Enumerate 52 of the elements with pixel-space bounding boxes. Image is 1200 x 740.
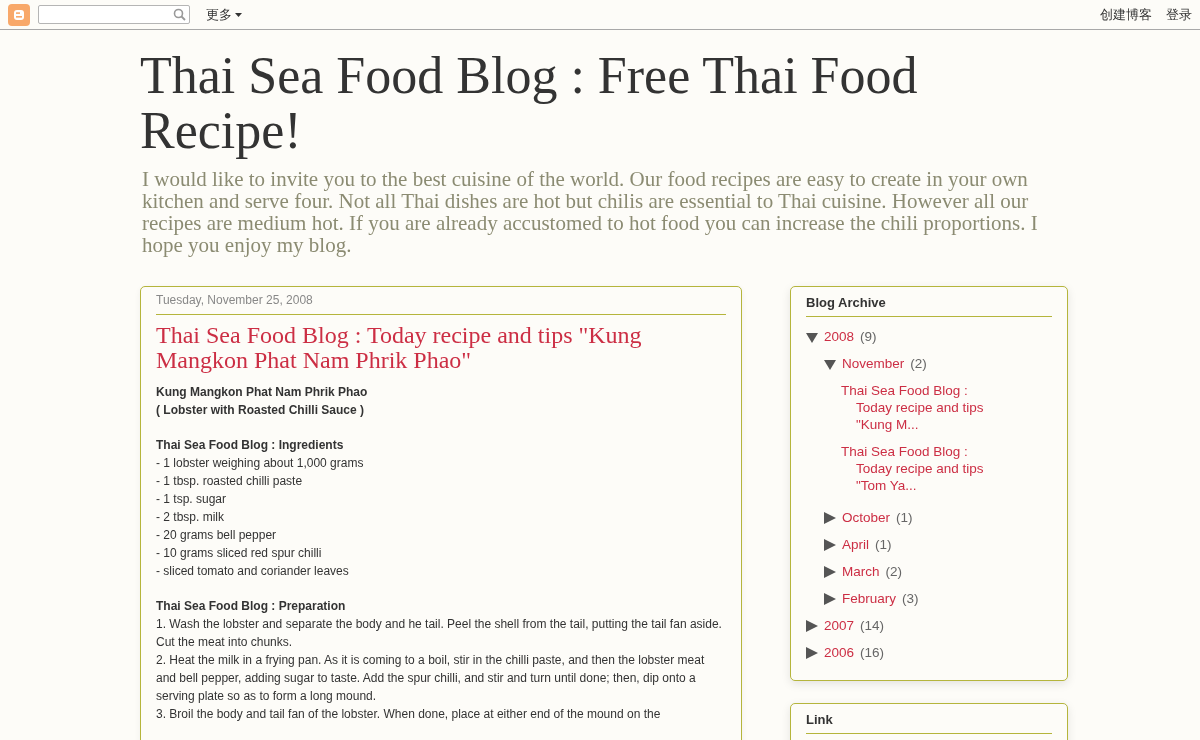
collapse-triangle-icon[interactable] bbox=[824, 357, 836, 370]
post-text: - 20 grams bell pepper bbox=[156, 527, 278, 544]
post-heading: Thai Sea Food Blog : Ingredients bbox=[156, 437, 345, 454]
post-count: (1) bbox=[875, 537, 892, 552]
panel-title: Link bbox=[806, 712, 1052, 734]
post-text: 2. Heat the milk in a frying pan. As it is coming to a boil, stir in the chilli paste, and then the lobster meat and bell pepper, adding sugar to taste. Add the spur chilli, and stir and turn until done; then, dip onto a serving plate so as to form a long mound. bbox=[156, 652, 706, 705]
caret-icon bbox=[235, 12, 242, 17]
archive-link[interactable]: April bbox=[842, 537, 869, 552]
collapse-triangle-icon[interactable] bbox=[806, 330, 818, 343]
post-count: (2) bbox=[910, 356, 927, 371]
expand-triangle-icon[interactable] bbox=[824, 538, 836, 551]
archive-link[interactable]: October bbox=[842, 510, 891, 525]
archive-link[interactable]: 2008 bbox=[824, 329, 855, 344]
nav-link[interactable]: 创建博客 bbox=[1100, 5, 1152, 24]
post-text: - 10 grams sliced red spur chilli bbox=[156, 545, 323, 562]
expand-triangle-icon[interactable] bbox=[824, 511, 836, 524]
post-heading: Thai Sea Food Blog : Preparation bbox=[156, 598, 347, 615]
post-heading: ( Lobster with Roasted Chilli Sauce ) bbox=[156, 402, 366, 419]
post-text: - 1 tbsp. roasted chilli paste bbox=[156, 473, 304, 490]
archive-link[interactable]: 2006 bbox=[824, 645, 855, 660]
archive-link[interactable]: March bbox=[842, 564, 880, 579]
post-heading: Kung Mangkon Phat Nam Phrik Phao bbox=[156, 384, 369, 401]
post-count: (1) bbox=[896, 510, 913, 525]
search-field[interactable] bbox=[38, 5, 190, 24]
blog-title: Thai Sea Food Blog : Free Thai Food Recipe! bbox=[140, 48, 919, 158]
post-date: Tuesday, November 25, 2008 bbox=[156, 293, 726, 315]
post-text: - 2 tbsp. milk bbox=[156, 509, 225, 526]
blog-description: I would like to invite you to the best cuisine of the world. Our food recipes are easy to create in your own kitchen and serve four. Not all Thai dishes are hot but chilis are essential to Thai cuisine. However all our recipes are medium hot. If you are already accustomed to hot food you can increase the chili proportions. I hope you enjoy my blog. bbox=[142, 168, 1039, 256]
more-menu[interactable]: 更多 bbox=[204, 5, 244, 24]
panel-title: Blog Archive bbox=[806, 295, 1052, 317]
post-count: (16) bbox=[860, 645, 885, 660]
archive-link[interactable]: November bbox=[842, 356, 905, 371]
archive-link[interactable]: 2007 bbox=[824, 618, 855, 633]
post-text: 3. Broil the body and tail fan of the lobster. When done, place at either end of the mound on the bbox=[156, 706, 662, 723]
post-count: (2) bbox=[885, 564, 902, 579]
post-text: - sliced tomato and coriander leaves bbox=[156, 563, 350, 580]
post-text: - 1 lobster weighing about 1,000 grams bbox=[156, 455, 365, 472]
post-text: 1. Wash the lobster and separate the body and he tail. Peel the shell from the tail, putting the tail fan aside. Cut the meat into chunks. bbox=[156, 616, 723, 651]
post-link[interactable]: Thai Sea Food Blog : Today recipe and tips "Kung M... bbox=[806, 382, 1006, 433]
post-count: (14) bbox=[860, 618, 885, 633]
expand-triangle-icon[interactable] bbox=[824, 592, 836, 605]
post-count: (9) bbox=[860, 329, 877, 344]
post-link[interactable]: Thai Sea Food Blog : Today recipe and tips "Tom Ya... bbox=[806, 443, 1006, 494]
post-text: - 1 tsp. sugar bbox=[156, 491, 228, 508]
search-icon[interactable] bbox=[173, 8, 186, 21]
nav-link[interactable]: 登录 bbox=[1166, 5, 1192, 24]
expand-triangle-icon[interactable] bbox=[806, 646, 818, 659]
post-title[interactable]: Thai Sea Food Blog : Today recipe and tips "Kung Mangkon Phat Nam Phrik Phao" bbox=[156, 323, 726, 373]
archive-link[interactable]: February bbox=[842, 591, 897, 606]
post-count: (3) bbox=[902, 591, 919, 606]
expand-triangle-icon[interactable] bbox=[824, 565, 836, 578]
expand-triangle-icon[interactable] bbox=[806, 619, 818, 632]
